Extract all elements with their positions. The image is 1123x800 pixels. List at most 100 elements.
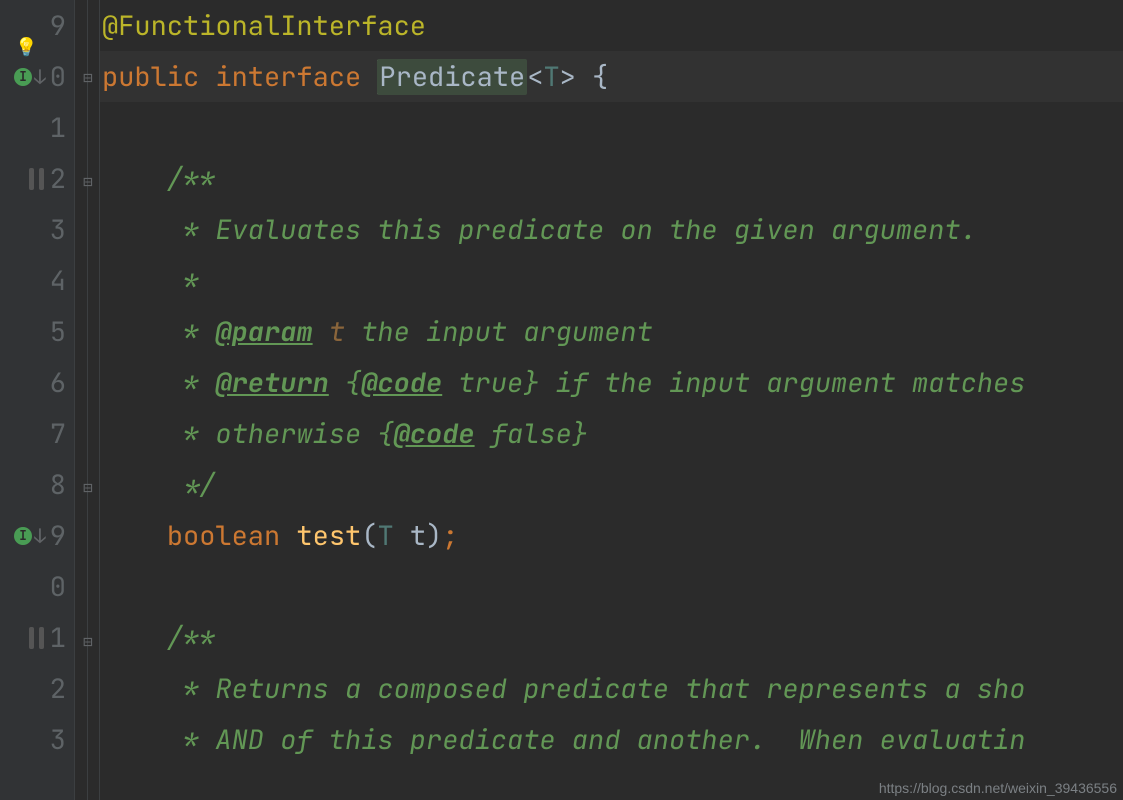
code-line[interactable]: * @return {@code true} if the input argu… — [100, 357, 1123, 408]
javadoc-token: */ — [102, 467, 215, 503]
javadoc-tag: @return — [215, 365, 328, 401]
javadoc-token: /** — [102, 161, 215, 197]
code-line[interactable]: @FunctionalInterface — [100, 0, 1123, 51]
gutter-row: 2 — [0, 663, 74, 714]
javadoc-token: * — [102, 263, 199, 299]
implements-marker-icon[interactable]: I — [14, 527, 32, 545]
javadoc-token: * — [102, 416, 215, 452]
gutter-row: 3 — [0, 714, 74, 765]
paragraph-marker-icon — [29, 627, 44, 649]
gutter-row: 2 — [0, 153, 74, 204]
keyword-token: public — [102, 59, 199, 95]
javadoc-text: true} if the input argument matches — [442, 365, 1025, 401]
code-line[interactable]: /** — [100, 612, 1123, 663]
line-number: 4 — [50, 263, 66, 299]
paragraph-marker-icon — [29, 168, 44, 190]
arrow-down-icon: ↓ — [34, 64, 46, 90]
type-param-token: T — [543, 59, 559, 95]
fold-column[interactable]: ⊟ ⊟ ⊟ ⊟ — [74, 0, 100, 800]
javadoc-text: otherwise { — [215, 416, 393, 452]
gutter-row: 1 — [0, 102, 74, 153]
javadoc-token: /** — [102, 620, 215, 656]
annotation-token: @FunctionalInterface — [102, 8, 426, 44]
gutter-row: 5 — [0, 306, 74, 357]
code-line[interactable]: /** — [100, 153, 1123, 204]
paren-token: ) — [426, 518, 442, 554]
code-line[interactable] — [100, 561, 1123, 612]
fold-toggle-icon[interactable]: ⊟ — [79, 172, 97, 190]
code-line[interactable]: */ — [100, 459, 1123, 510]
gutter-row: 8 — [0, 459, 74, 510]
javadoc-code-tag: @code — [361, 365, 442, 401]
code-line-current[interactable]: public interface Predicate<T> { — [100, 51, 1123, 102]
javadoc-token: * — [102, 314, 215, 350]
type-token: Predicate — [379, 59, 525, 95]
param-token: t — [394, 518, 426, 554]
code-editor[interactable]: 9 💡 0 I ↓ 1 2 3 4 5 6 7 8 9 I ↓ — [0, 0, 1123, 800]
line-number: 9 — [50, 8, 66, 44]
line-number: 7 — [50, 416, 66, 452]
keyword-token: boolean — [167, 518, 280, 554]
gutter-row: 0 — [0, 561, 74, 612]
line-number: 1 — [50, 110, 66, 146]
punct-token: > — [560, 59, 576, 95]
line-number: 3 — [50, 722, 66, 758]
code-line[interactable]: * @param t the input argument — [100, 306, 1123, 357]
javadoc-token: * — [102, 212, 215, 248]
code-line[interactable]: * AND of this predicate and another. Whe… — [100, 714, 1123, 765]
line-number-gutter: 9 💡 0 I ↓ 1 2 3 4 5 6 7 8 9 I ↓ — [0, 0, 74, 800]
gutter-row: 1 — [0, 612, 74, 663]
type-param-token: T — [377, 518, 393, 554]
code-line[interactable]: boolean test(T t); — [100, 510, 1123, 561]
gutter-icon-group[interactable]: I ↓ — [14, 64, 46, 90]
gutter-row: 9 I ↓ — [0, 510, 74, 561]
line-number: 9 — [50, 518, 66, 554]
line-number: 1 — [50, 620, 66, 656]
javadoc-text: AND of this predicate and another. When … — [215, 722, 1025, 758]
gutter-row: 6 — [0, 357, 74, 408]
line-number: 8 — [50, 467, 66, 503]
gutter-row: 3 — [0, 204, 74, 255]
javadoc-text: Returns a composed predicate that repres… — [215, 671, 1025, 707]
code-line[interactable] — [100, 102, 1123, 153]
javadoc-token: * — [102, 722, 215, 758]
paren-token: ( — [361, 518, 377, 554]
line-number: 0 — [50, 59, 66, 95]
code-line[interactable]: * otherwise {@code false} — [100, 408, 1123, 459]
watermark-text: https://blog.csdn.net/weixin_39436556 — [879, 780, 1117, 796]
gutter-row: 9 💡 — [0, 0, 74, 51]
fold-toggle-icon[interactable]: ⊟ — [79, 632, 97, 650]
gutter-row: 7 — [0, 408, 74, 459]
line-number: 2 — [50, 671, 66, 707]
intention-bulb-icon[interactable]: 💡 — [15, 36, 37, 59]
implements-marker-icon[interactable]: I — [14, 68, 32, 86]
javadoc-tag: @param — [215, 314, 312, 350]
selection-highlight: Predicate — [377, 59, 527, 95]
punct-token: < — [527, 59, 543, 95]
gutter-row: 4 — [0, 255, 74, 306]
gutter-icon-group[interactable]: I ↓ — [14, 523, 46, 549]
javadoc-token: * — [102, 365, 215, 401]
line-number: 0 — [50, 569, 66, 605]
javadoc-text: the input argument — [345, 314, 653, 350]
code-line[interactable]: * Returns a composed predicate that repr… — [100, 663, 1123, 714]
fold-toggle-icon[interactable]: ⊟ — [79, 68, 97, 86]
fold-end-icon[interactable]: ⊟ — [79, 478, 97, 496]
arrow-down-icon: ↓ — [34, 523, 46, 549]
javadoc-token: * — [102, 671, 215, 707]
method-token: test — [296, 518, 361, 554]
code-area[interactable]: @FunctionalInterface public interface Pr… — [100, 0, 1123, 800]
javadoc-code-tag: @code — [394, 416, 475, 452]
javadoc-text: false} — [475, 416, 588, 452]
semicolon-token: ; — [442, 518, 458, 554]
line-number: 5 — [50, 314, 66, 350]
line-number: 2 — [50, 161, 66, 197]
code-line[interactable]: * — [100, 255, 1123, 306]
keyword-token: interface — [215, 59, 361, 95]
brace-token: { — [576, 59, 608, 95]
line-number: 3 — [50, 212, 66, 248]
line-number: 6 — [50, 365, 66, 401]
javadoc-text: Evaluates this predicate on the given ar… — [215, 212, 976, 248]
javadoc-param-name: t — [329, 314, 345, 350]
code-line[interactable]: * Evaluates this predicate on the given … — [100, 204, 1123, 255]
